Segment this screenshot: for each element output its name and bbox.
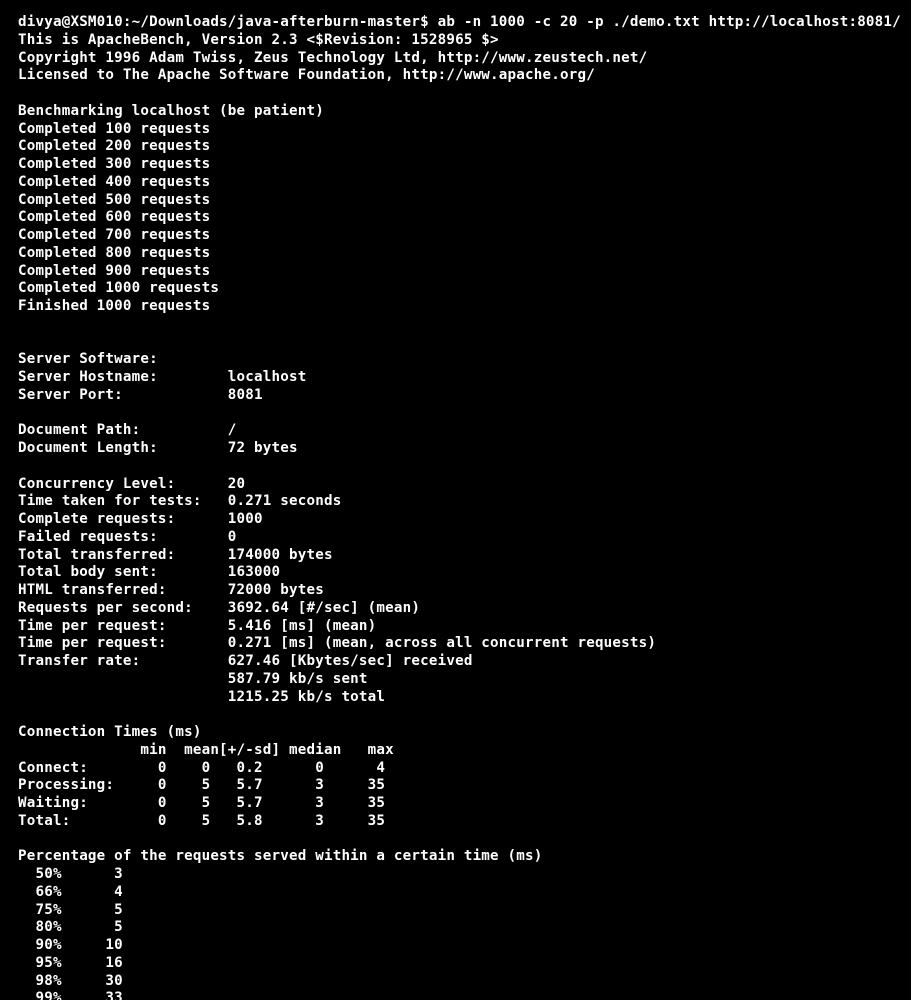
terminal-output: divya@XSM010:~/Downloads/java-afterburn-… [0,0,911,1000]
